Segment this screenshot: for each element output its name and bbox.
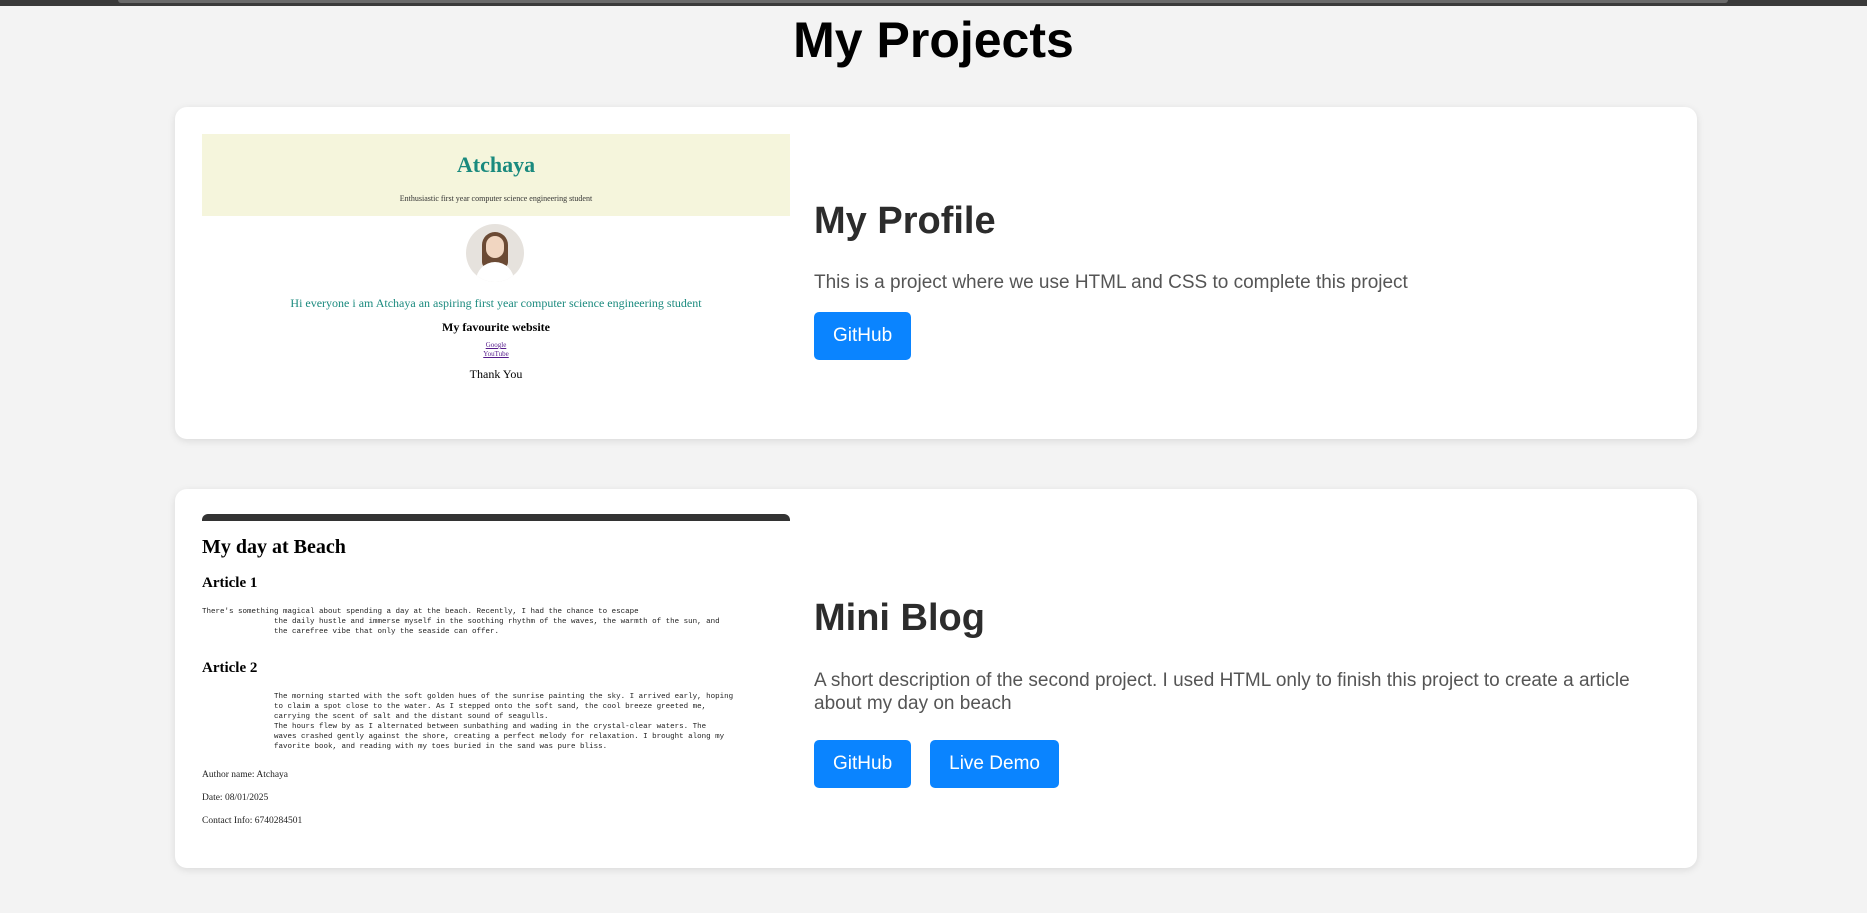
project-title: Mini Blog — [814, 597, 985, 639]
github-button[interactable]: GitHub — [814, 740, 912, 788]
blog-preview-article2-text: The morning started with the soft golden… — [274, 693, 734, 751]
browser-top-bar — [0, 0, 1867, 6]
project-screenshot-mini-blog: My day at Beach Article 1 There's someth… — [202, 514, 790, 844]
project-card-my-profile: Atchaya Enthusiastic first year computer… — [175, 107, 1697, 439]
blog-preview-article1-heading: Article 1 — [202, 575, 258, 591]
profile-preview-link-youtube: YouTube — [483, 350, 509, 358]
profile-preview-name: Atchaya — [456, 152, 536, 177]
project-screenshot-my-profile: Atchaya Enthusiastic first year computer… — [202, 134, 790, 404]
profile-preview-intro: Hi everyone i am Atchaya an aspiring fir… — [290, 296, 702, 310]
profile-preview-closing: Thank You — [469, 367, 523, 381]
blog-preview-article1-text: There's something magical about spending… — [202, 608, 720, 636]
project-card-mini-blog: My day at Beach Article 1 There's someth… — [175, 489, 1697, 868]
project-buttons: GitHub Live Demo — [814, 740, 1673, 788]
github-button[interactable]: GitHub — [814, 312, 912, 360]
blog-preview-title: My day at Beach — [202, 536, 346, 558]
avatar-face — [486, 236, 504, 258]
avatar-shirt — [476, 262, 514, 282]
blog-preview-top-bar — [202, 514, 790, 521]
blog-preview-author: Author name: Atchaya — [202, 770, 289, 780]
live-demo-button[interactable]: Live Demo — [930, 740, 1059, 788]
project-buttons: GitHub — [814, 312, 1673, 360]
project-description: This is a project where we use HTML and … — [814, 272, 1408, 293]
profile-preview-link-google: Google — [485, 341, 507, 349]
blog-preview-date: Date: 08/01/2025 — [202, 793, 269, 803]
browser-top-bar-edge — [118, 0, 1728, 3]
blog-preview-article2-heading: Article 2 — [202, 660, 258, 676]
project-info-mini-blog: Mini Blog A short description of the sec… — [814, 596, 1673, 788]
page-title: My Projects — [793, 12, 1074, 68]
profile-preview-favourite-heading: My favourite website — [442, 320, 550, 334]
project-info-my-profile: My Profile This is a project where we us… — [814, 199, 1673, 360]
profile-preview-tagline: Enthusiastic first year computer science… — [399, 194, 593, 203]
blog-preview-contact: Contact Info: 6740284501 — [202, 816, 303, 826]
profile-preview-header: Atchaya Enthusiastic first year computer… — [202, 134, 790, 216]
project-description: A short description of the second projec… — [814, 670, 1630, 714]
profile-avatar-photo — [466, 224, 524, 282]
project-title: My Profile — [814, 200, 996, 242]
